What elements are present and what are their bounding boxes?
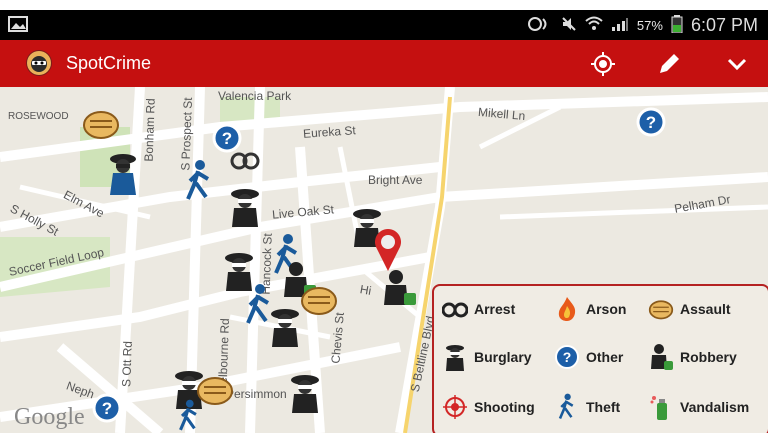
legend-label-robbery: Robbery (680, 349, 737, 365)
burglary-marker[interactable] (268, 307, 302, 352)
chevron-down-icon (727, 58, 747, 71)
nfc-icon (527, 16, 553, 35)
legend-item-burglary[interactable]: Burglary (442, 344, 532, 371)
legend-item-arson[interactable]: Arson (554, 296, 626, 322)
app-bar: SpotCrime (0, 40, 768, 87)
wifi-icon (585, 16, 603, 35)
menu-dropdown-button[interactable] (722, 49, 752, 79)
assault-marker[interactable] (300, 283, 338, 320)
battery-percent: 57% (636, 17, 663, 33)
signal-icon (611, 16, 629, 35)
legend-item-assault[interactable]: Assault (648, 296, 731, 322)
fire-icon (554, 296, 580, 322)
svg-text:?: ? (102, 399, 112, 418)
legend-label-theft: Theft (586, 399, 621, 415)
robbery-marker[interactable] (380, 269, 418, 314)
other-marker[interactable]: ? (636, 107, 666, 142)
pencil-icon (660, 54, 679, 73)
handcuffs-icon (442, 296, 468, 322)
legend-item-arrest[interactable]: Arrest (442, 296, 515, 322)
gallery-icon (8, 15, 28, 33)
report-crime-button[interactable] (654, 49, 684, 79)
google-attribution: Google (14, 404, 85, 430)
legend-label-arrest: Arrest (474, 301, 516, 317)
running-thief-icon (554, 393, 580, 420)
other-marker[interactable]: ? (92, 393, 122, 428)
robber-icon (648, 344, 674, 370)
burglary-marker[interactable] (288, 373, 322, 418)
spotcrime-logo-icon[interactable] (26, 50, 52, 76)
legend-label-shooting: Shooting (474, 399, 535, 415)
question-icon: ? (554, 344, 580, 370)
burglary-marker[interactable] (108, 151, 138, 202)
top-strip (0, 0, 768, 10)
clock: 6:07 PM (690, 14, 758, 35)
legend-label-assault: Assault (680, 301, 731, 317)
theft-marker[interactable] (176, 399, 202, 433)
legend-label-burglary: Burglary (474, 349, 532, 365)
assault-marker[interactable] (82, 107, 120, 144)
legend-item-robbery[interactable]: Robbery (648, 344, 737, 370)
legend-item-theft[interactable]: Theft (554, 393, 621, 420)
map-label-hi: Hi (358, 282, 373, 298)
screen: 57% 6:07 PM SpotCrime ROSEWOOD Valencia … (0, 0, 768, 433)
legend-label-vandalism: Vandalism (680, 399, 750, 415)
legend-label-other: Other (586, 349, 624, 365)
crime-legend: Arrest Arson Assault Burglary ? Other Ro… (432, 284, 768, 433)
map-label-bonham-rd: Bonham Rd (141, 98, 158, 162)
fist-icon (648, 296, 674, 322)
map-label-valencia-park: Valencia Park (218, 89, 292, 103)
burglary-marker[interactable] (228, 187, 262, 232)
mute-icon (561, 16, 577, 35)
legend-item-other[interactable]: ? Other (554, 344, 623, 370)
map-label-persimmon: Persimmon (226, 387, 287, 401)
svg-text:?: ? (563, 349, 572, 365)
arrest-marker[interactable] (230, 151, 260, 176)
map-label-bright-ave: Bright Ave (368, 173, 423, 187)
svg-text:?: ? (646, 113, 656, 132)
app-title: SpotCrime (66, 53, 152, 73)
my-location-button[interactable] (588, 49, 618, 79)
status-icons: 57% 6:07 PM (527, 13, 758, 37)
theft-marker[interactable] (184, 159, 214, 208)
legend-item-shooting[interactable]: Shooting (442, 394, 535, 420)
map-label-s-ott-rd: S Ott Rd (119, 340, 135, 388)
locate-icon (591, 52, 615, 76)
battery-icon (671, 14, 683, 36)
burglar-icon (442, 344, 468, 371)
svg-text:?: ? (222, 129, 232, 148)
spraycan-icon (648, 394, 674, 420)
status-bar: 57% 6:07 PM (0, 10, 768, 40)
legend-label-arson: Arson (586, 301, 627, 317)
map-label-rosewood: ROSEWOOD (8, 111, 69, 122)
legend-item-vandalism[interactable]: Vandalism (648, 394, 749, 420)
crosshair-icon (442, 394, 468, 420)
